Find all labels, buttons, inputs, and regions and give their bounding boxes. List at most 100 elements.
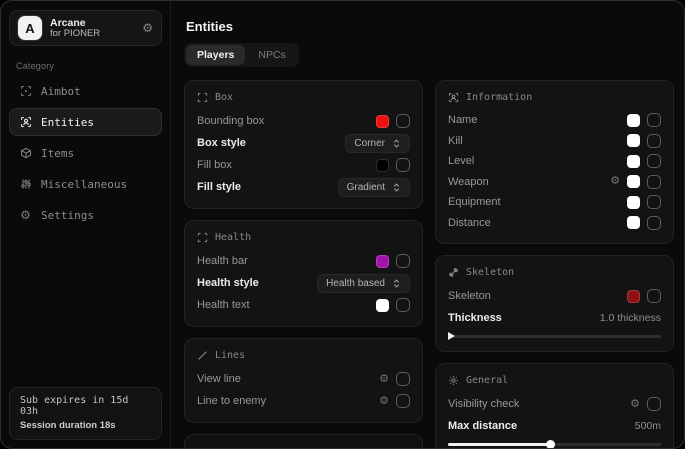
setting-row-weapon: Weapon ⚙ — [448, 172, 661, 193]
checkbox[interactable] — [396, 394, 410, 408]
checkbox[interactable] — [396, 372, 410, 386]
sub-expiry-text: Sub expires in 15d 03h — [20, 395, 151, 417]
entity-scan-icon — [19, 116, 32, 128]
color-swatch[interactable] — [627, 155, 640, 168]
color-swatch[interactable] — [627, 134, 640, 147]
fill-style-dropdown[interactable]: Gradient — [338, 178, 410, 197]
gear-icon[interactable]: ⚙ — [630, 399, 640, 410]
checkbox[interactable] — [396, 158, 410, 172]
checkbox[interactable] — [647, 113, 661, 127]
setting-label: Kill — [448, 135, 463, 147]
chevron-up-down-icon — [392, 279, 401, 288]
panel-title: Box — [215, 92, 233, 103]
max-distance-value: 500m — [635, 420, 661, 432]
checkbox[interactable] — [647, 175, 661, 189]
setting-label: Weapon — [448, 176, 489, 188]
sidebar: A Arcane for PIONER ⚙ Category Aimbot En… — [1, 1, 171, 448]
setting-label: Level — [448, 155, 474, 167]
sliders-icon — [19, 178, 32, 190]
cube-icon — [19, 147, 32, 159]
gear-icon[interactable]: ⚙ — [379, 374, 389, 385]
tab-npcs[interactable]: NPCs — [247, 45, 296, 65]
setting-row-name: Name — [448, 110, 661, 131]
category-label: Category — [16, 61, 162, 71]
panel-skeleton: Skeleton Skeleton Thickness 1.0 thicknes… — [435, 255, 674, 352]
diagonal-line-icon — [197, 350, 208, 361]
session-duration-text: Session duration 18s — [20, 420, 151, 431]
sidebar-item-settings[interactable]: ⚙ Settings — [9, 201, 162, 229]
setting-label: Skeleton — [448, 290, 491, 302]
sidebar-item-miscellaneous[interactable]: Miscellaneous — [9, 170, 162, 198]
setting-label: Box style — [197, 137, 246, 149]
color-swatch[interactable] — [376, 299, 389, 312]
setting-row-skeleton: Skeleton — [448, 285, 661, 307]
setting-row-bounding-box: Bounding box — [197, 110, 410, 132]
setting-label: Line to enemy — [197, 395, 266, 407]
panel-general: General Visibility check ⚙ Max distance … — [435, 363, 674, 449]
brand-logo: A — [18, 16, 42, 40]
checkbox[interactable] — [647, 195, 661, 209]
checkbox[interactable] — [647, 134, 661, 148]
sidebar-item-label: Entities — [41, 116, 94, 129]
slider-thumb[interactable] — [448, 332, 455, 340]
setting-label: Bounding box — [197, 115, 264, 127]
checkbox[interactable] — [396, 114, 410, 128]
color-swatch[interactable] — [376, 255, 389, 268]
sidebar-item-items[interactable]: Items — [9, 139, 162, 167]
dropdown-value: Health based — [326, 278, 385, 289]
sidebar-item-aimbot[interactable]: Aimbot — [9, 77, 162, 105]
checkbox[interactable] — [647, 397, 661, 411]
checkbox[interactable] — [647, 289, 661, 303]
checkbox[interactable] — [647, 216, 661, 230]
setting-row-health-text: Health text — [197, 294, 410, 316]
tab-players[interactable]: Players — [186, 45, 245, 65]
setting-row-kill: Kill — [448, 131, 661, 152]
dropdown-value: Corner — [354, 138, 385, 149]
color-swatch[interactable] — [376, 115, 389, 128]
thickness-value: 1.0 thickness — [600, 312, 661, 324]
sidebar-item-label: Aimbot — [41, 85, 81, 98]
sun-icon — [448, 375, 459, 386]
setting-label: Fill box — [197, 159, 232, 171]
setting-label: View line — [197, 373, 241, 385]
color-swatch[interactable] — [627, 175, 640, 188]
setting-label: Distance — [448, 217, 491, 229]
color-swatch[interactable] — [627, 290, 640, 303]
gear-icon[interactable]: ⚙ — [379, 396, 389, 407]
setting-row-max-distance: Max distance 500m — [448, 415, 661, 437]
brackets-icon — [197, 232, 208, 243]
color-swatch[interactable] — [376, 159, 389, 172]
setting-row-fill-style: Fill style Gradient — [197, 176, 410, 198]
panel-lines: Lines View line ⚙ Line to enemy ⚙ — [184, 338, 423, 423]
panel-title: Health — [215, 232, 251, 243]
color-swatch[interactable] — [627, 114, 640, 127]
setting-row-health-bar: Health bar — [197, 250, 410, 272]
max-distance-slider[interactable] — [448, 439, 661, 449]
health-style-dropdown[interactable]: Health based — [317, 274, 410, 293]
setting-label: Visibility check — [448, 398, 519, 410]
thickness-slider[interactable] — [448, 331, 661, 341]
brand-card: A Arcane for PIONER ⚙ — [9, 10, 162, 46]
setting-label: Name — [448, 114, 477, 126]
panel-title: Lines — [215, 350, 245, 361]
checkbox[interactable] — [396, 298, 410, 312]
panel-title: Information — [466, 92, 532, 103]
checkbox[interactable] — [396, 254, 410, 268]
sidebar-item-entities[interactable]: Entities — [9, 108, 162, 136]
tab-group: Players NPCs — [184, 43, 299, 67]
brand-title: Arcane — [50, 17, 100, 29]
app-window: A Arcane for PIONER ⚙ Category Aimbot En… — [0, 0, 685, 449]
box-style-dropdown[interactable]: Corner — [345, 134, 410, 153]
gear-icon: ⚙ — [19, 208, 32, 222]
setting-label: Equipment — [448, 196, 501, 208]
color-swatch[interactable] — [627, 196, 640, 209]
color-swatch[interactable] — [627, 216, 640, 229]
gear-icon[interactable]: ⚙ — [142, 21, 153, 35]
checkbox[interactable] — [647, 154, 661, 168]
gear-icon[interactable]: ⚙ — [610, 176, 620, 187]
setting-label: Health text — [197, 299, 250, 311]
brackets-icon — [197, 92, 208, 103]
setting-row-fill-box: Fill box — [197, 154, 410, 176]
setting-row-thickness: Thickness 1.0 thickness — [448, 307, 661, 329]
slider-thumb[interactable] — [546, 440, 555, 449]
